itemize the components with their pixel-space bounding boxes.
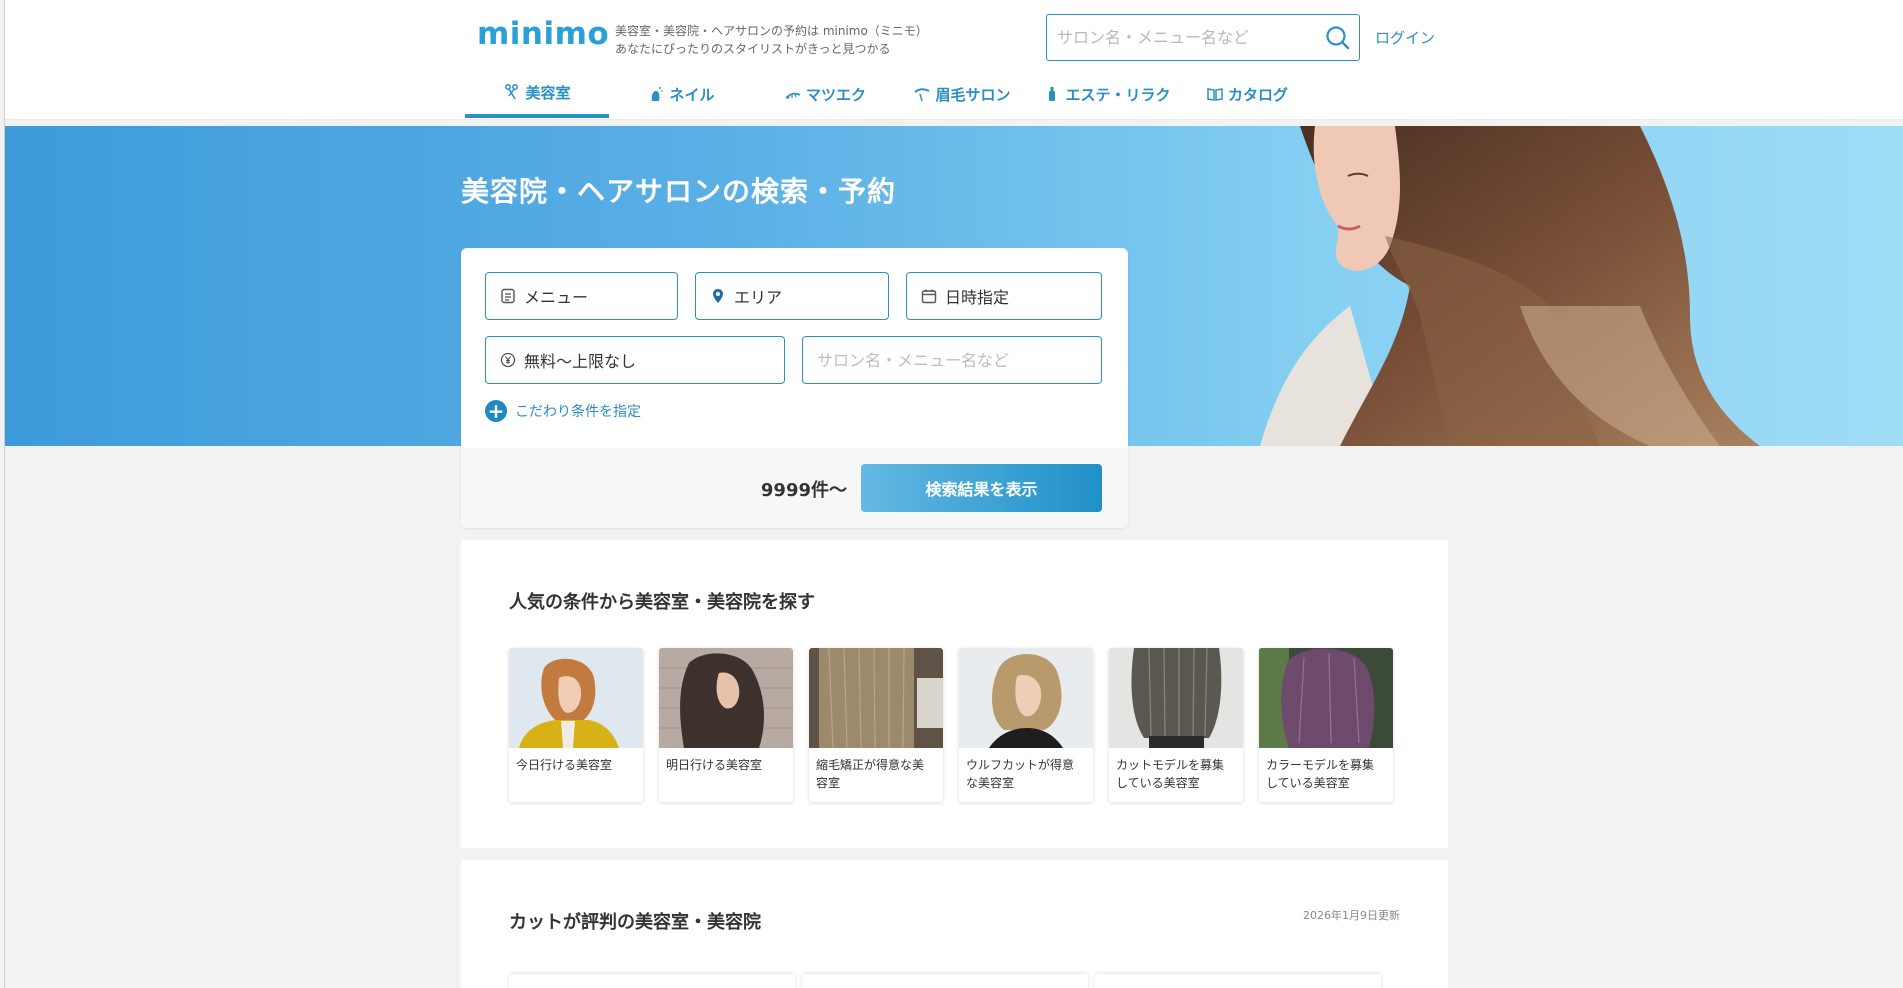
category-nav: 美容室 ネイル マツエク 眉毛サロン エステ・リラク カタログ xyxy=(465,70,1307,120)
header-search-input[interactable] xyxy=(1057,25,1307,49)
login-link[interactable]: ログイン xyxy=(1375,27,1435,48)
menu-select[interactable]: メニュー xyxy=(485,272,678,320)
eyebrow-icon xyxy=(914,88,930,102)
datetime-select-label: 日時指定 xyxy=(945,288,1010,307)
caption-line: カットモデルを募集 xyxy=(1116,758,1225,772)
minimo-logo[interactable]: minimo xyxy=(477,16,609,52)
tab-hair-salon[interactable]: 美容室 xyxy=(465,70,609,118)
model-photo xyxy=(1260,126,1760,446)
price-select-label: 無料〜上限なし xyxy=(524,352,637,371)
site-header: minimo 美容室・美容院・ヘアサロンの予約は minimo（ミニモ） あなた… xyxy=(5,0,1903,120)
tab-label: 眉毛サロン xyxy=(935,85,1011,104)
esthetic-icon xyxy=(1049,87,1056,101)
card-thumbnail xyxy=(809,648,943,748)
search-icon[interactable] xyxy=(1325,25,1351,51)
menu-list-icon xyxy=(501,288,515,304)
condition-card-list: 今日行ける美容室 明日行ける美容室 縮毛矯正が得意な美 容室 ウルフカットが得意… xyxy=(509,648,1409,802)
search-form: メニュー エリア 日時指定 無料〜上限なし サロン名・メニュー名など + こだわ… xyxy=(461,248,1128,528)
caption-line: な美容室 xyxy=(966,776,1015,790)
caption-line: している美容室 xyxy=(1116,776,1200,790)
page: minimo 美容室・美容院・ヘアサロンの予約は minimo（ミニモ） あなた… xyxy=(4,0,1903,988)
tab-label: カタログ xyxy=(1227,85,1288,104)
salon-card[interactable] xyxy=(802,974,1088,988)
condition-card-tomorrow[interactable]: 明日行ける美容室 xyxy=(659,648,793,802)
tagline-line-1: 美容室・美容院・ヘアサロンの予約は minimo（ミニモ） xyxy=(615,24,928,38)
condition-card-color-model[interactable]: カラーモデルを募集 している美容室 xyxy=(1259,648,1393,802)
tab-eyebrow[interactable]: 眉毛サロン xyxy=(897,70,1027,118)
keyword-field xyxy=(802,336,1102,384)
location-pin-icon xyxy=(713,289,723,303)
salon-card[interactable] xyxy=(1095,974,1381,988)
updated-date: 2026年1月9日更新 xyxy=(1303,909,1400,922)
card-thumbnail xyxy=(659,648,793,748)
caption-line: ウルフカットが得意 xyxy=(966,758,1075,772)
card-thumbnail xyxy=(509,648,643,748)
caption-line: 明日行ける美容室 xyxy=(666,758,763,772)
keyword-input[interactable] xyxy=(817,350,1101,370)
header-search-box xyxy=(1046,14,1360,61)
condition-card-straightening[interactable]: 縮毛矯正が得意な美 容室 xyxy=(809,648,943,802)
card-thumbnail xyxy=(1259,648,1393,748)
condition-card-wolf-cut[interactable]: ウルフカットが得意 な美容室 xyxy=(959,648,1093,802)
caption-line: している美容室 xyxy=(1266,776,1350,790)
plus-icon: + xyxy=(485,400,507,422)
tab-label: ネイル xyxy=(669,85,715,104)
nail-icon xyxy=(652,87,664,101)
popular-conditions-section: 人気の条件から美容室・美容院を探す 今日行ける美容室 明日行ける美容室 縮毛矯正… xyxy=(461,540,1448,848)
tab-eyelash[interactable]: マツエク xyxy=(753,70,897,118)
tab-nail[interactable]: ネイル xyxy=(609,70,753,118)
card-caption: ウルフカットが得意 な美容室 xyxy=(959,748,1093,792)
more-conditions-link[interactable]: + こだわり条件を指定 xyxy=(485,400,641,422)
caption-line: 容室 xyxy=(816,776,841,790)
condition-card-cut-model[interactable]: カットモデルを募集 している美容室 xyxy=(1109,648,1243,802)
caption-line: 縮毛矯正が得意な美 xyxy=(816,758,925,772)
hero-title: 美容院・ヘアサロンの検索・予約 xyxy=(461,175,897,208)
section-title: カットが評判の美容室・美容院 xyxy=(509,912,761,933)
tab-label: 美容室 xyxy=(525,83,571,102)
area-select[interactable]: エリア xyxy=(695,272,889,320)
card-thumbnail xyxy=(959,648,1093,748)
price-select[interactable]: 無料〜上限なし xyxy=(485,336,785,384)
tagline: 美容室・美容院・ヘアサロンの予約は minimo（ミニモ） あなたにぴったりのス… xyxy=(615,22,928,58)
more-conditions-label: こだわり条件を指定 xyxy=(515,404,641,420)
scissors-icon xyxy=(505,84,519,100)
section-title: 人気の条件から美容室・美容院を探す xyxy=(509,592,815,613)
card-caption: 縮毛矯正が得意な美 容室 xyxy=(809,748,943,792)
caption-line: 今日行ける美容室 xyxy=(516,758,613,772)
eyelash-icon xyxy=(785,92,801,100)
tab-esthetic[interactable]: エステ・リラク xyxy=(1027,70,1187,118)
card-thumbnail xyxy=(1109,648,1243,748)
result-count: 9999件〜 xyxy=(760,480,847,501)
tab-label: エステ・リラク xyxy=(1065,85,1171,104)
card-caption: カラーモデルを募集 している美容室 xyxy=(1259,748,1393,792)
search-form-footer: 9999件〜 検索結果を表示 xyxy=(461,448,1128,528)
area-select-label: エリア xyxy=(734,288,783,307)
tab-catalog[interactable]: カタログ xyxy=(1187,70,1307,118)
calendar-icon xyxy=(921,289,937,304)
cut-reviewed-salons-section: カットが評判の美容室・美容院 2026年1月9日更新 xyxy=(461,860,1448,988)
show-results-button[interactable]: 検索結果を表示 xyxy=(861,464,1102,512)
card-caption: カットモデルを募集 している美容室 xyxy=(1109,748,1243,792)
datetime-select[interactable]: 日時指定 xyxy=(906,272,1102,320)
menu-select-label: メニュー xyxy=(524,288,589,307)
card-caption: 明日行ける美容室 xyxy=(659,748,793,774)
card-caption: 今日行ける美容室 xyxy=(509,748,643,774)
salon-card[interactable] xyxy=(509,974,795,988)
caption-line: カラーモデルを募集 xyxy=(1266,758,1375,772)
tagline-line-2: あなたにぴったりのスタイリストがきっと見つかる xyxy=(615,42,891,56)
yen-icon xyxy=(500,352,516,368)
book-icon xyxy=(1207,88,1223,101)
tab-label: マツエク xyxy=(805,85,866,104)
condition-card-today[interactable]: 今日行ける美容室 xyxy=(509,648,643,802)
